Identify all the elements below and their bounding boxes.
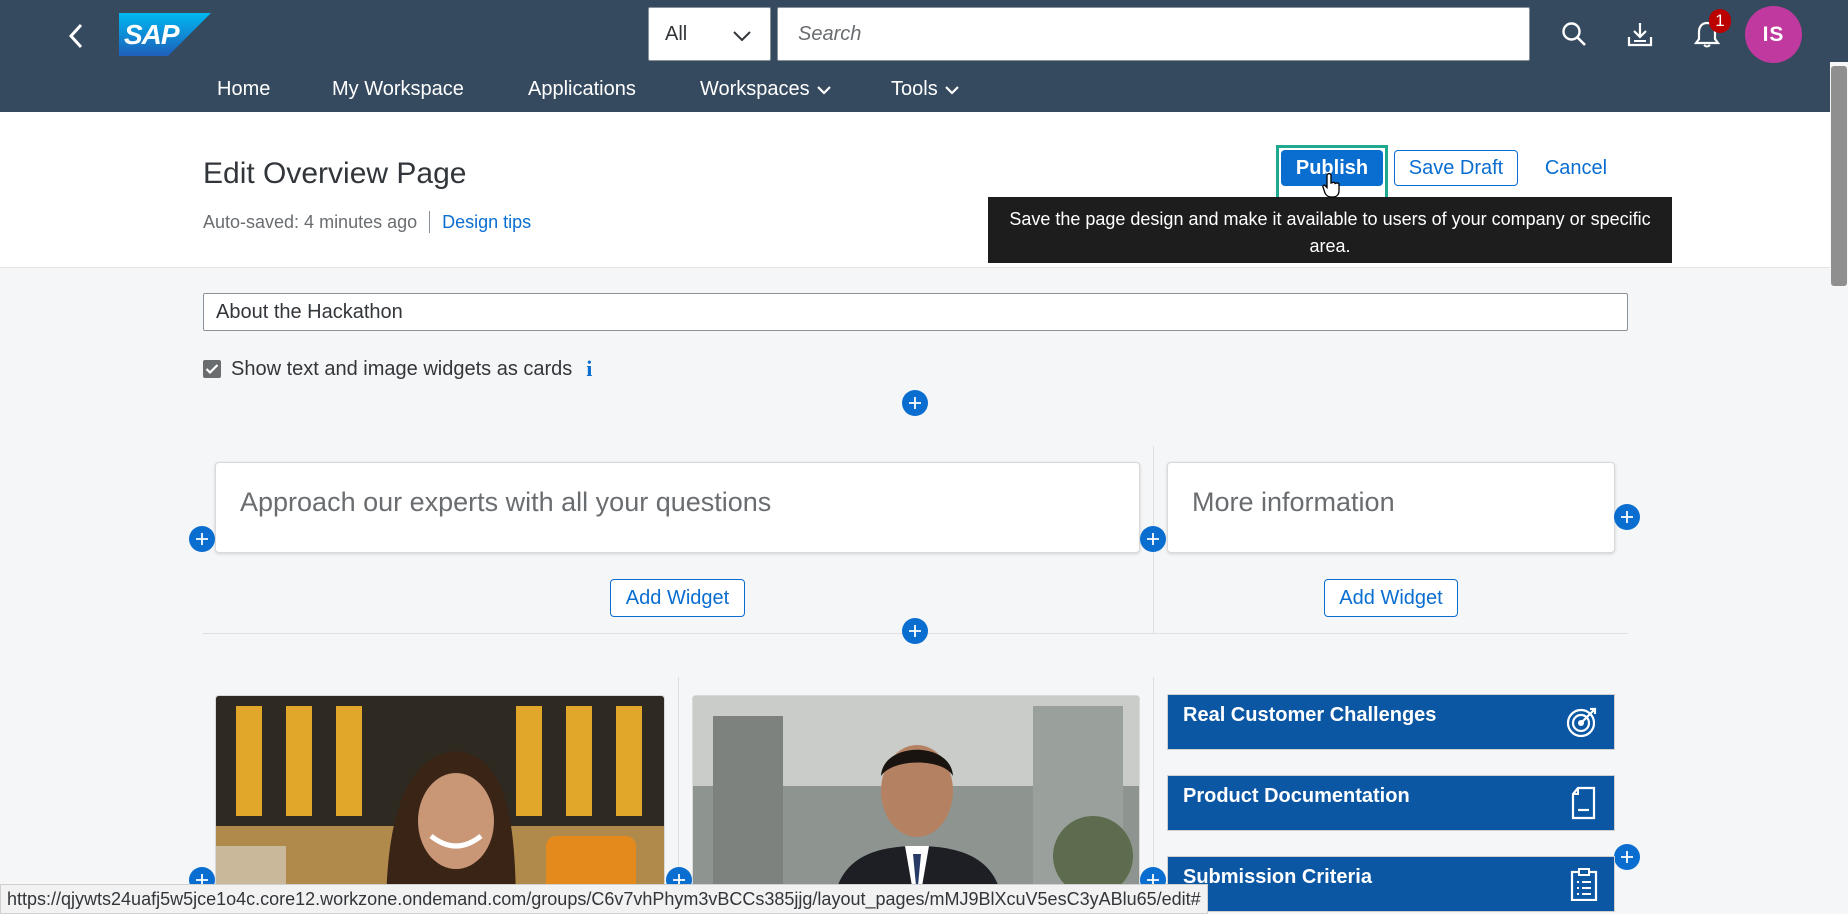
document-icon (1569, 786, 1599, 825)
nav-item-label: Applications (528, 78, 636, 100)
search-scope-value: All (665, 22, 688, 45)
text-widget-card[interactable]: Approach our experts with all your quest… (215, 462, 1140, 553)
section-name-input[interactable] (203, 293, 1628, 331)
image-widget-woman[interactable] (215, 695, 665, 914)
chevron-down-icon (816, 85, 831, 95)
add-widget-button[interactable]: Add Widget (1324, 579, 1458, 617)
target-icon (1565, 705, 1599, 744)
nav-item-label: Home (217, 78, 271, 100)
nav-item-label: My Workspace (332, 78, 464, 100)
link-tile-real-customer-challenges[interactable]: Real Customer Challenges (1167, 694, 1615, 750)
nav-item-label: Tools (891, 78, 938, 100)
download-icon[interactable] (1624, 18, 1656, 50)
chevron-left-icon[interactable] (60, 20, 92, 52)
add-section-plus-icon[interactable] (902, 618, 928, 644)
nav-item-workspaces[interactable]: Workspaces (700, 78, 832, 101)
link-tile-label: Submission Criteria (1183, 866, 1372, 888)
save-draft-button[interactable]: Save Draft (1394, 150, 1518, 186)
show-cards-checkbox[interactable] (203, 360, 221, 378)
vertical-scrollbar[interactable] (1830, 62, 1848, 914)
user-avatar[interactable]: IS (1745, 6, 1802, 63)
publish-button[interactable]: Publish (1281, 150, 1383, 186)
design-tips-link[interactable]: Design tips (442, 212, 531, 233)
shell-bar: SAP All 1 IS Home My Workspace Applicati… (0, 0, 1848, 112)
clipboard-icon (1569, 867, 1599, 906)
nav-item-tools[interactable]: Tools (891, 78, 960, 101)
link-tile-label: Real Customer Challenges (1183, 704, 1437, 726)
link-tile-submission-criteria[interactable]: Submission Criteria (1167, 856, 1615, 912)
card-title: Approach our experts with all your quest… (240, 487, 772, 517)
nav-item-home[interactable]: Home (217, 78, 270, 101)
add-column-plus-icon[interactable] (189, 526, 215, 552)
sap-logo[interactable]: SAP (119, 13, 211, 56)
nav-item-label: Workspaces (700, 78, 810, 100)
link-tile-product-documentation[interactable]: Product Documentation (1167, 775, 1615, 831)
search-icon[interactable] (1558, 18, 1590, 50)
add-column-plus-icon[interactable] (1614, 844, 1640, 870)
card-title: More information (1192, 487, 1395, 517)
show-cards-option: Show text and image widgets as cards i (203, 356, 592, 382)
link-tile-label: Product Documentation (1183, 785, 1410, 807)
chevron-down-icon (944, 85, 959, 95)
scrollbar-thumb[interactable] (1831, 66, 1847, 286)
separator (429, 211, 431, 233)
add-column-plus-icon[interactable] (1614, 504, 1640, 530)
chevron-down-icon (732, 26, 752, 49)
search-scope-select[interactable]: All (648, 7, 771, 61)
nav-item-applications[interactable]: Applications (528, 78, 636, 101)
search-field[interactable] (777, 7, 1530, 61)
nav-item-my-workspace[interactable]: My Workspace (332, 78, 464, 101)
cancel-button[interactable]: Cancel (1530, 150, 1622, 186)
sap-logo-text: SAP (124, 19, 180, 50)
autosave-info: Auto-saved: 4 minutes ago Design tips (203, 211, 531, 233)
search-input[interactable] (798, 22, 1529, 46)
info-icon[interactable]: i (586, 356, 592, 382)
add-column-plus-icon[interactable] (1140, 526, 1166, 552)
text-widget-card[interactable]: More information (1167, 462, 1615, 553)
image-widget-man[interactable] (692, 695, 1140, 914)
publish-tooltip: Save the page design and make it availab… (988, 197, 1672, 263)
page-title: Edit Overview Page (203, 157, 467, 190)
notification-count-badge: 1 (1709, 9, 1731, 33)
add-widget-button[interactable]: Add Widget (610, 579, 745, 617)
autosave-text: Auto-saved: 4 minutes ago (203, 211, 418, 232)
show-cards-label: Show text and image widgets as cards (231, 357, 573, 380)
status-bar-url: https://qjywts24uafj5w5jce1o4c.core12.wo… (0, 884, 1208, 914)
add-section-plus-icon[interactable] (902, 390, 928, 416)
